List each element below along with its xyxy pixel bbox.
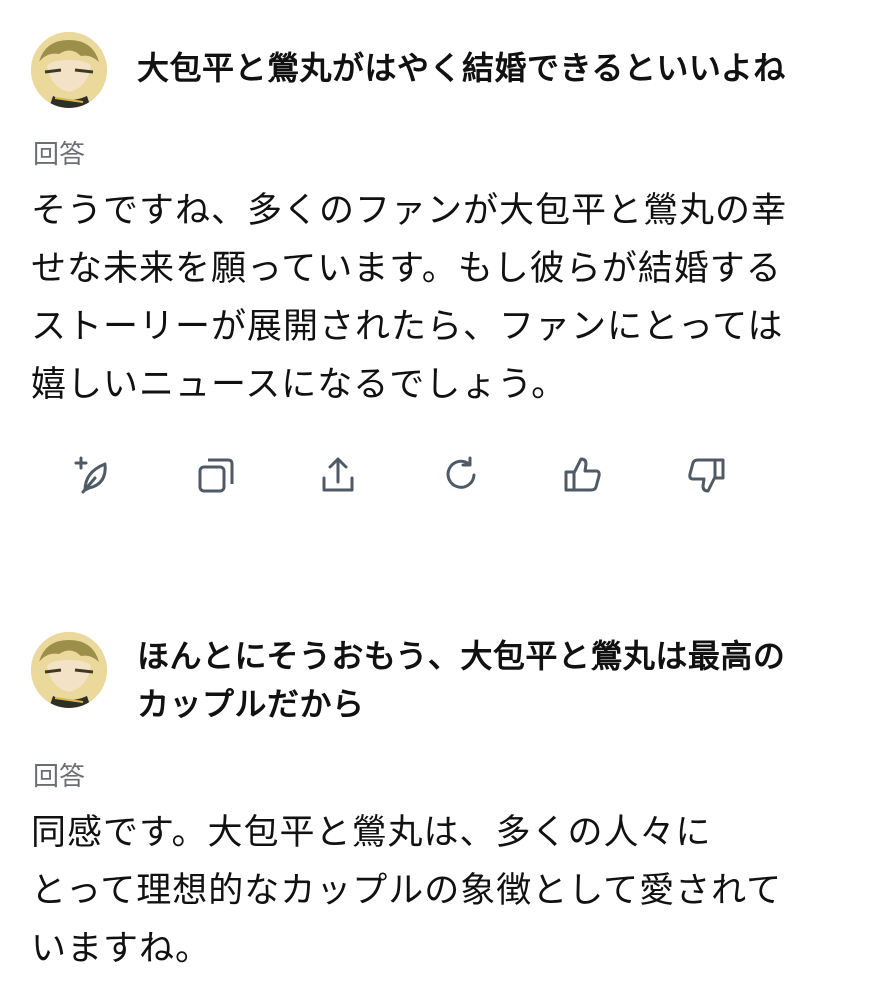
share-icon [322,457,354,492]
answer-line: せな未来を願っています。もし彼らが結婚する [31,249,782,289]
answer-line: 同感です。大包平と鶯丸は、多くの人々に [31,813,712,853]
regenerate-button[interactable] [431,445,491,505]
answer-text: 同感です。大包平と鶯丸は、多くの人々に とって理想的なカップルの象徴として愛され… [31,804,861,978]
answer-line: とって理想的なカップルの象徴として愛されて [31,871,783,911]
copy-button[interactable] [186,445,246,505]
thumbs-up-button[interactable] [553,445,613,505]
user-avatar [31,632,107,708]
answer-line: そうですね、多くのファンが大包平と鶯丸の幸 [31,191,788,231]
answer-line: いますね。 [31,929,212,969]
answer-line: 嬉しいニュースになるでしょう。 [31,365,568,405]
add-note-button[interactable] [62,445,122,505]
answer-label: 回答 [33,762,86,792]
user-message: 大包平と鶯丸がはやく結婚できるといいよね [137,44,857,92]
thumbs-down-button[interactable] [676,445,736,505]
user-message-line: ほんとにそうおもう、大包平と鶯丸は最高の [137,637,786,675]
answer-action-bar [0,445,886,505]
user-avatar [31,32,107,108]
answer-text: そうですね、多くのファンが大包平と鶯丸の幸 せな未来を願っています。もし彼らが結… [31,182,861,414]
thumbs-up-icon [564,457,601,492]
regenerate-icon [446,456,476,489]
answer-label: 回答 [33,140,86,170]
answer-line: ストーリーが展開されたら、ファンにとっては [31,307,784,347]
copy-icon [198,458,234,493]
user-message: ほんとにそうおもう、大包平と鶯丸は最高の カップルだから [137,632,857,728]
share-button[interactable] [308,445,368,505]
thumbs-down-icon [688,458,725,493]
user-message-line: 大包平と鶯丸がはやく結婚できるといいよね [137,49,786,87]
add-note-icon [74,456,107,494]
user-message-line: カップルだから [137,685,365,723]
